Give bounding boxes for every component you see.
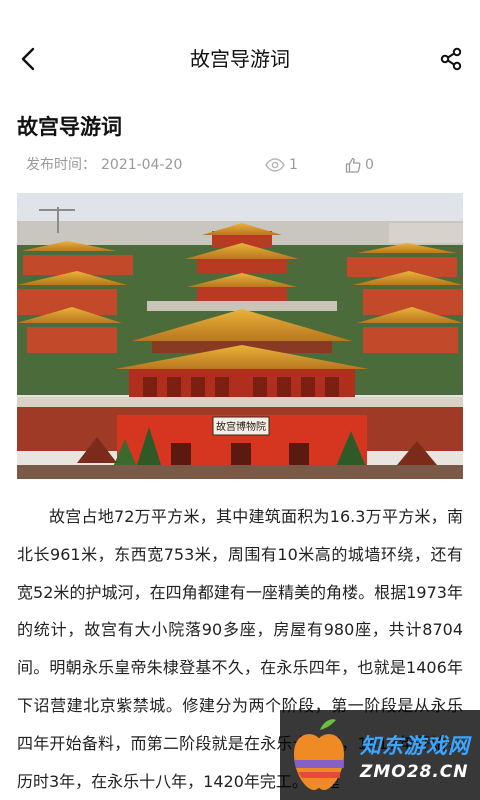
- page-title: 故宫导游词: [190, 47, 290, 71]
- forbidden-city-photo: 故宫博物院: [17, 193, 463, 479]
- view-count-value: 1: [289, 157, 298, 173]
- site-watermark: 知东游戏网 ZMO28.CN: [280, 710, 480, 800]
- thumbs-up-icon: [345, 157, 361, 173]
- watermark-site-url: ZMO28.CN: [360, 762, 469, 782]
- photo-plaque-text: 故宫博物院: [216, 420, 266, 433]
- publish-date: 2021-04-20: [101, 157, 183, 173]
- share-button[interactable]: [436, 44, 466, 74]
- top-navigation-bar: 故宫导游词: [0, 0, 480, 118]
- share-icon: [440, 47, 462, 71]
- like-button[interactable]: 0: [345, 152, 374, 178]
- apple-logo-icon: [290, 716, 348, 794]
- watermark-site-name: 知东游戏网: [360, 734, 470, 758]
- article-title: 故宫导游词: [17, 115, 122, 139]
- like-count-value: 0: [365, 157, 374, 173]
- article-meta: 发布时间： 2021-04-20 1 0: [17, 152, 463, 178]
- publish-time-label: 发布时间：: [26, 157, 96, 173]
- eye-icon: [265, 158, 285, 172]
- view-count: 1: [265, 152, 298, 178]
